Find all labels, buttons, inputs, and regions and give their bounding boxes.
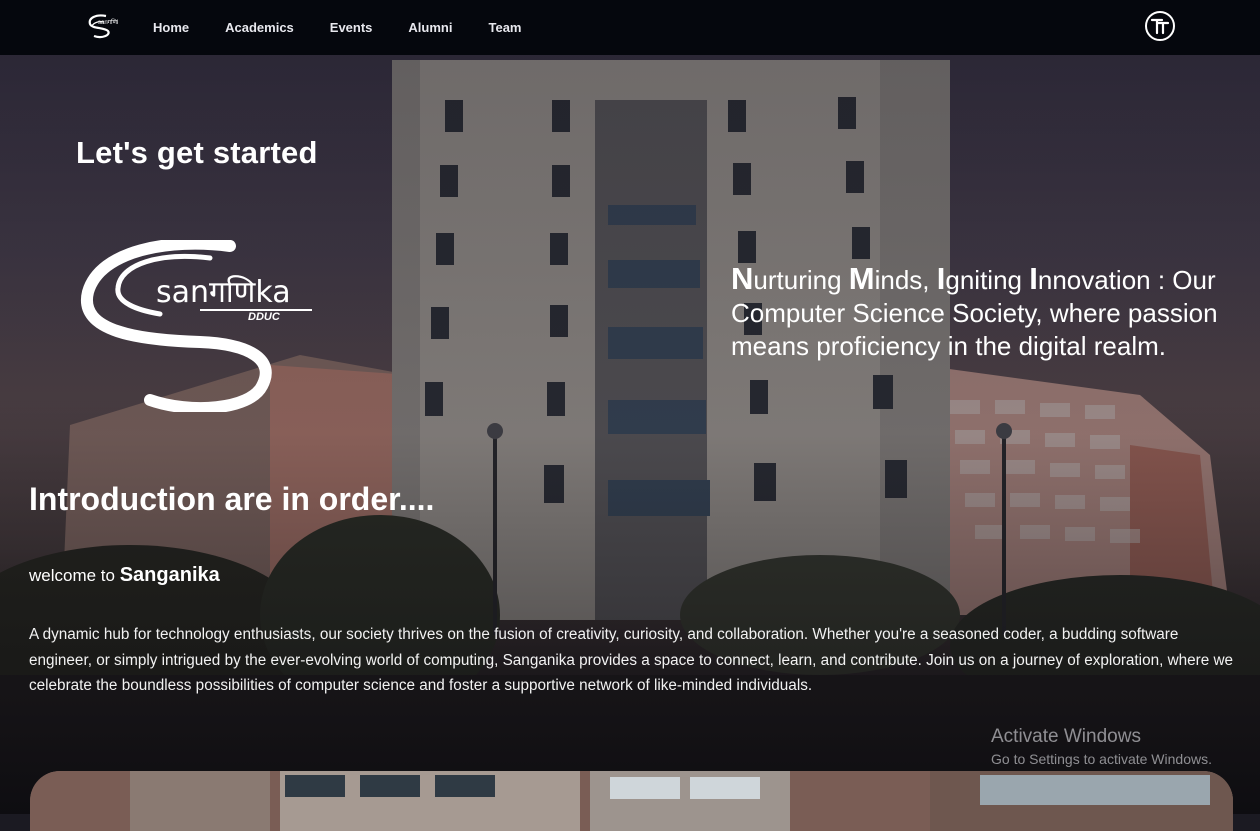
nav-links: Home Academics Events Alumni Team bbox=[153, 0, 557, 55]
svg-text:sanगणिka: sanगणिka bbox=[98, 18, 118, 26]
nav-link-academics[interactable]: Academics bbox=[225, 20, 294, 35]
nav-link-events[interactable]: Events bbox=[330, 20, 373, 35]
intro-heading: Introduction are in order.... bbox=[29, 481, 435, 517]
watermark-title: Activate Windows bbox=[991, 726, 1141, 747]
top-navbar: sanगणिka Home Academics Events Alumni Te… bbox=[0, 0, 1260, 55]
sanganika-brand-logo: sanगणिka DDUC bbox=[80, 237, 320, 414]
tt-monogram-icon[interactable] bbox=[1145, 11, 1175, 41]
nav-link-home[interactable]: Home bbox=[153, 20, 189, 35]
welcome-text: welcome to Sanganika bbox=[29, 564, 220, 587]
nav-link-team[interactable]: Team bbox=[488, 20, 521, 35]
svg-text:DDUC: DDUC bbox=[248, 311, 281, 323]
nav-link-alumni[interactable]: Alumni bbox=[408, 20, 452, 35]
next-section-image-card bbox=[30, 771, 1233, 831]
intro-description: A dynamic hub for technology enthusiasts… bbox=[29, 626, 1234, 695]
hero-heading: Let's get started bbox=[76, 135, 318, 170]
welcome-brand: Sanganika bbox=[119, 564, 220, 586]
svg-text:sanगणिka: sanगणिka bbox=[156, 275, 291, 310]
welcome-prefix: welcome to bbox=[29, 566, 120, 585]
watermark-subtitle: Go to Settings to activate Windows. bbox=[991, 751, 1212, 767]
activate-windows-watermark: Activate Windows Go to Settings to activ… bbox=[991, 725, 1212, 769]
hero-tagline: Nurturing Minds, Igniting Innovation : O… bbox=[731, 261, 1218, 361]
sanganika-logo-icon[interactable]: sanगणिka bbox=[86, 12, 124, 40]
